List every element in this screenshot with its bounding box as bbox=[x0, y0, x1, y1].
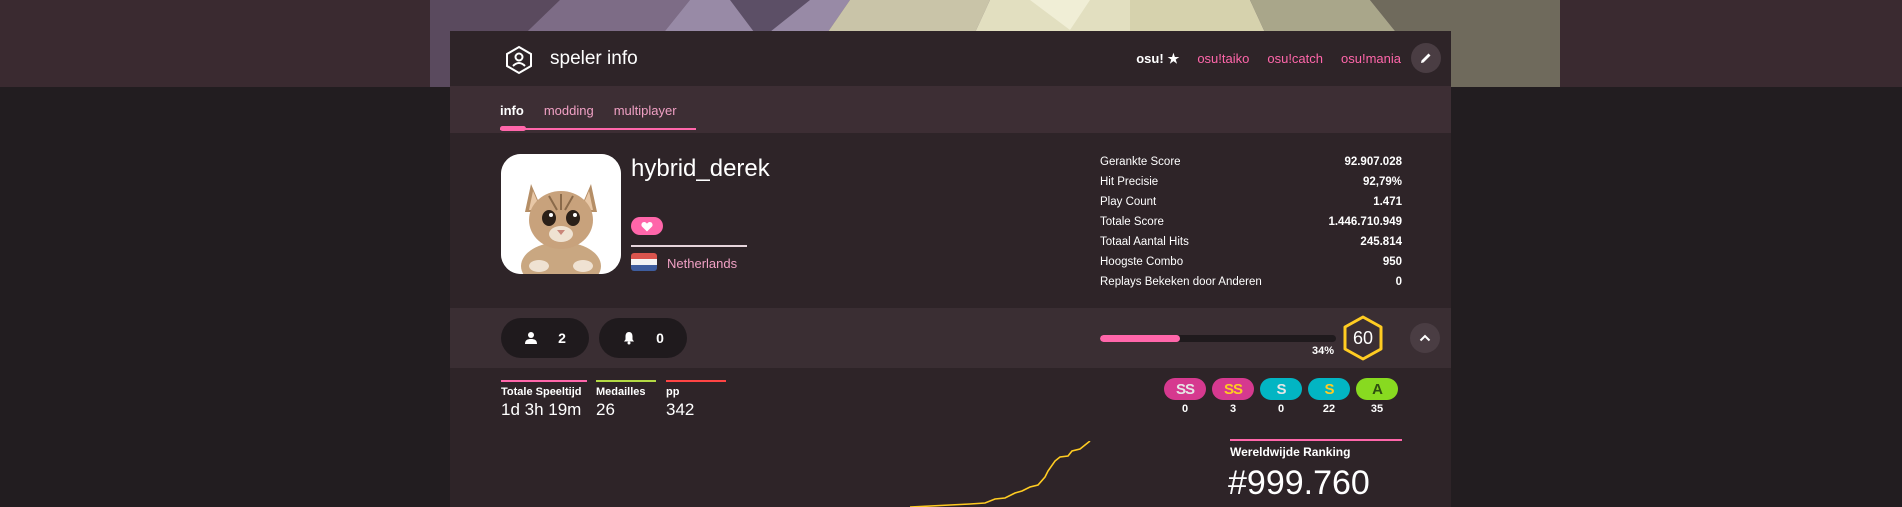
metric-value: 1d 3h 19m bbox=[501, 400, 582, 419]
stat-value: 0 bbox=[1395, 276, 1402, 288]
grade-count: 35 bbox=[1370, 403, 1384, 415]
stat-label: Replays Bekeken door Anderen bbox=[1100, 276, 1262, 288]
chevron-up-icon bbox=[1419, 334, 1431, 342]
profile-header: speler info osu! ★ osu!taiko osu!catch os… bbox=[450, 31, 1451, 86]
grade-badge: SS bbox=[1212, 378, 1254, 400]
heart-icon bbox=[641, 221, 653, 231]
active-tab-indicator bbox=[500, 126, 526, 131]
metric-value: 26 bbox=[596, 400, 615, 419]
mode-osu[interactable]: osu! ★ bbox=[1136, 51, 1179, 67]
stat-label: Hit Precisie bbox=[1100, 176, 1159, 188]
grade-ssh: SS 0 bbox=[1164, 378, 1206, 415]
tab-info[interactable]: info bbox=[500, 103, 524, 118]
metric-medals: Medailles 26 bbox=[596, 380, 656, 420]
stat-row: Hit Precisie 92,79% bbox=[1100, 172, 1402, 192]
stat-row: Gerankte Score 92.907.028 bbox=[1100, 152, 1402, 172]
stat-value: 1.446.710.949 bbox=[1328, 216, 1402, 228]
username: hybrid_derek bbox=[631, 155, 770, 182]
stat-row: Totale Score 1.446.710.949 bbox=[1100, 212, 1402, 232]
profile-panel: speler info osu! ★ osu!taiko osu!catch os… bbox=[450, 31, 1451, 507]
grade-a: A 35 bbox=[1356, 378, 1398, 415]
stat-value: 1.471 bbox=[1373, 196, 1402, 208]
stat-row: Replays Bekeken door Anderen 0 bbox=[1100, 272, 1402, 292]
level-progress-label: 34% bbox=[1312, 345, 1335, 357]
page-title: speler info bbox=[550, 48, 638, 69]
stat-row: Hoogste Combo 950 bbox=[1100, 252, 1402, 272]
stat-row: Play Count 1.471 bbox=[1100, 192, 1402, 212]
followers-count: 2 bbox=[558, 330, 566, 346]
rank-history-chart bbox=[910, 441, 1091, 507]
grade-count: 3 bbox=[1229, 403, 1237, 415]
grade-sh: S 0 bbox=[1260, 378, 1302, 415]
metric-bar bbox=[596, 380, 656, 382]
collapse-button[interactable] bbox=[1410, 323, 1440, 353]
metric-bar bbox=[501, 380, 587, 382]
mode-mania[interactable]: osu!mania bbox=[1341, 51, 1401, 67]
metric-bar bbox=[666, 380, 726, 382]
grade-count: 22 bbox=[1322, 403, 1336, 415]
ranked-stats: Gerankte Score 92.907.028 Hit Precisie 92,… bbox=[1100, 152, 1402, 292]
metric-pp: pp 342 bbox=[666, 380, 726, 420]
stat-label: Totale Score bbox=[1100, 216, 1164, 228]
bell-icon bbox=[624, 332, 635, 345]
country-divider bbox=[631, 245, 747, 247]
social-bar: 2 0 34% 60 bbox=[450, 308, 1451, 368]
grade-badge: S bbox=[1308, 378, 1350, 400]
metric-value: 342 bbox=[666, 400, 695, 419]
level-number: 60 bbox=[1352, 328, 1374, 348]
stat-value: 245.814 bbox=[1360, 236, 1402, 248]
stat-value: 92,79% bbox=[1362, 176, 1402, 188]
grade-count: 0 bbox=[1277, 403, 1285, 415]
metric-label: Totale Speeltijd bbox=[501, 386, 582, 398]
tab-multiplayer[interactable]: multiplayer bbox=[614, 103, 677, 118]
grade-count: 0 bbox=[1181, 403, 1189, 415]
stat-value: 950 bbox=[1382, 256, 1402, 268]
cat-avatar-image bbox=[501, 154, 621, 274]
grade-badge: S bbox=[1260, 378, 1302, 400]
pencil-icon bbox=[1421, 53, 1431, 63]
stat-value: 92.907.028 bbox=[1344, 156, 1402, 168]
tab-modding[interactable]: modding bbox=[544, 103, 594, 118]
metric-label: Medailles bbox=[596, 386, 646, 398]
netherlands-flag-icon bbox=[631, 253, 657, 271]
avatar[interactable] bbox=[501, 154, 621, 274]
level-progress-fill bbox=[1100, 335, 1181, 342]
mode-switcher: osu! ★ osu!taiko osu!catch osu!mania bbox=[1136, 51, 1401, 67]
metric-label: pp bbox=[666, 386, 680, 398]
ranking-title: Wereldwijde Ranking bbox=[1230, 445, 1351, 459]
edit-cover-button[interactable] bbox=[1411, 43, 1441, 73]
ranking-title-bar bbox=[1230, 439, 1402, 441]
country-link[interactable]: Netherlands bbox=[667, 256, 737, 271]
grade-ss: SS 3 bbox=[1212, 378, 1254, 415]
mode-catch[interactable]: osu!catch bbox=[1267, 51, 1323, 67]
metric-play-time: Totale Speeltijd 1d 3h 19m bbox=[501, 380, 587, 420]
stat-label: Play Count bbox=[1100, 196, 1157, 208]
grade-badge: A bbox=[1356, 378, 1398, 400]
level-progress-bar bbox=[1100, 335, 1336, 342]
mode-taiko[interactable]: osu!taiko bbox=[1197, 51, 1249, 67]
stat-row: Totaal Aantal Hits 245.814 bbox=[1100, 232, 1402, 252]
grade-badge: SS bbox=[1164, 378, 1206, 400]
user-icon bbox=[525, 332, 538, 344]
user-hexagon-icon bbox=[506, 45, 532, 75]
followers-button[interactable]: 2 bbox=[501, 318, 589, 358]
stat-label: Hoogste Combo bbox=[1100, 256, 1184, 268]
supporter-badge[interactable] bbox=[631, 217, 663, 235]
profile-tabs: info modding multiplayer bbox=[450, 86, 1451, 133]
subscribers-count: 0 bbox=[656, 330, 664, 346]
global-rank-value: #999.760 bbox=[1228, 464, 1370, 502]
grade-counts: SS 0 SS 3 S 0 S 22 A 35 bbox=[1164, 378, 1398, 415]
tabs-underline bbox=[500, 128, 696, 130]
star-icon: ★ bbox=[1167, 51, 1180, 66]
stat-label: Gerankte Score bbox=[1100, 156, 1181, 168]
stat-label: Totaal Aantal Hits bbox=[1100, 236, 1189, 248]
mapping-subscribers-button[interactable]: 0 bbox=[599, 318, 687, 358]
grade-s: S 22 bbox=[1308, 378, 1350, 415]
